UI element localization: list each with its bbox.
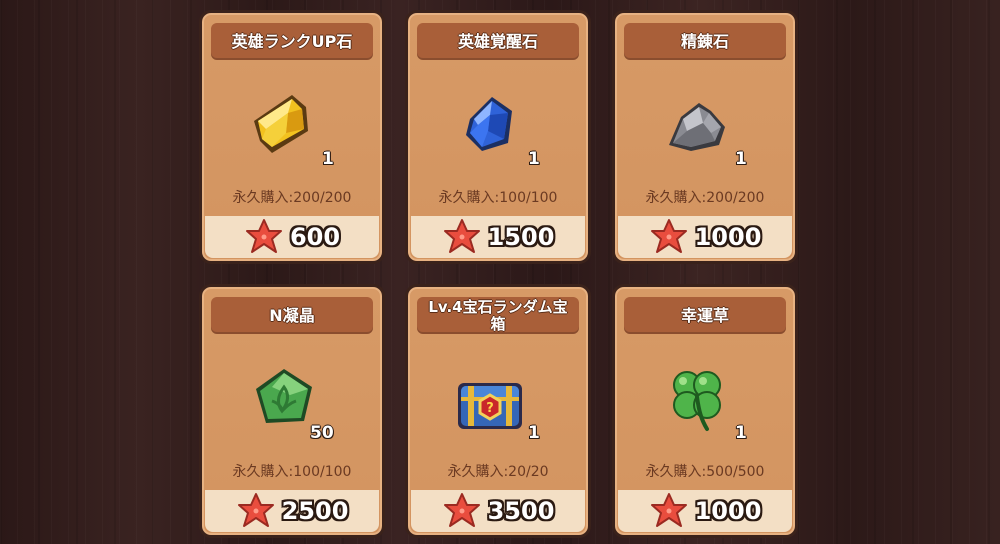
price-button[interactable]: 1000 bbox=[618, 490, 792, 532]
svg-text:?: ? bbox=[486, 401, 494, 416]
item-price: 2500 bbox=[281, 497, 349, 525]
item-title: 英雄覚醒石 bbox=[417, 23, 579, 60]
shop-item-lucky-clover[interactable]: 幸運草 1 永久購入:500/500 1000 bbox=[612, 284, 798, 538]
item-price: 600 bbox=[289, 223, 341, 251]
red-starfish-icon bbox=[443, 493, 480, 527]
price-button[interactable]: 1500 bbox=[411, 216, 585, 258]
purchase-limit: 永久購入:200/200 bbox=[645, 190, 765, 206]
four-leaf-clover-icon bbox=[655, 357, 739, 441]
red-starfish-icon bbox=[237, 493, 274, 527]
price-button[interactable]: 2500 bbox=[205, 490, 379, 532]
shop-grid: 英雄ランクUP石 1 永久購入:200/200 600 英雄覚醒石 1 永久購入… bbox=[0, 0, 1000, 544]
shop-item-lv4-gem-random-chest[interactable]: Lv.4宝石ランダム宝箱 ? 1 永久購入:20/20 3500 bbox=[405, 284, 591, 538]
item-title: N凝晶 bbox=[211, 297, 373, 334]
item-title: 精錬石 bbox=[624, 23, 786, 60]
item-quantity: 1 bbox=[735, 149, 747, 169]
price-button[interactable]: 3500 bbox=[411, 490, 585, 532]
treasure-chest-icon: ? bbox=[448, 357, 532, 441]
shop-item-n-crystal[interactable]: N凝晶 50 永久購入:100/100 2500 bbox=[199, 284, 385, 538]
item-price: 1000 bbox=[694, 497, 762, 525]
item-quantity: 1 bbox=[528, 423, 540, 443]
item-title: Lv.4宝石ランダム宝箱 bbox=[417, 297, 579, 334]
item-price: 1000 bbox=[694, 223, 762, 251]
shop-item-hero-awakening-stone[interactable]: 英雄覚醒石 1 永久購入:100/100 1500 bbox=[405, 10, 591, 264]
red-starfish-icon bbox=[650, 493, 687, 527]
item-price: 3500 bbox=[487, 497, 555, 525]
item-quantity: 1 bbox=[322, 149, 334, 169]
item-price: 1500 bbox=[487, 223, 555, 251]
red-starfish-icon bbox=[245, 219, 282, 253]
blue-gem-icon bbox=[448, 83, 532, 167]
red-starfish-icon bbox=[443, 219, 480, 253]
item-title: 英雄ランクUP石 bbox=[211, 23, 373, 60]
price-button[interactable]: 600 bbox=[205, 216, 379, 258]
purchase-limit: 永久購入:200/200 bbox=[232, 190, 352, 206]
item-quantity: 1 bbox=[528, 149, 540, 169]
gold-ingot-icon bbox=[242, 83, 326, 167]
gray-stone-icon bbox=[655, 83, 739, 167]
purchase-limit: 永久購入:20/20 bbox=[447, 464, 549, 480]
item-quantity: 50 bbox=[310, 423, 334, 443]
item-title: 幸運草 bbox=[624, 297, 786, 334]
shop-item-refining-stone[interactable]: 精錬石 1 永久購入:200/200 1000 bbox=[612, 10, 798, 264]
shop-item-hero-rank-up-stone[interactable]: 英雄ランクUP石 1 永久購入:200/200 600 bbox=[199, 10, 385, 264]
purchase-limit: 永久購入:100/100 bbox=[232, 464, 352, 480]
purchase-limit: 永久購入:100/100 bbox=[438, 190, 558, 206]
red-starfish-icon bbox=[650, 219, 687, 253]
item-quantity: 1 bbox=[735, 423, 747, 443]
purchase-limit: 永久購入:500/500 bbox=[645, 464, 765, 480]
price-button[interactable]: 1000 bbox=[618, 216, 792, 258]
